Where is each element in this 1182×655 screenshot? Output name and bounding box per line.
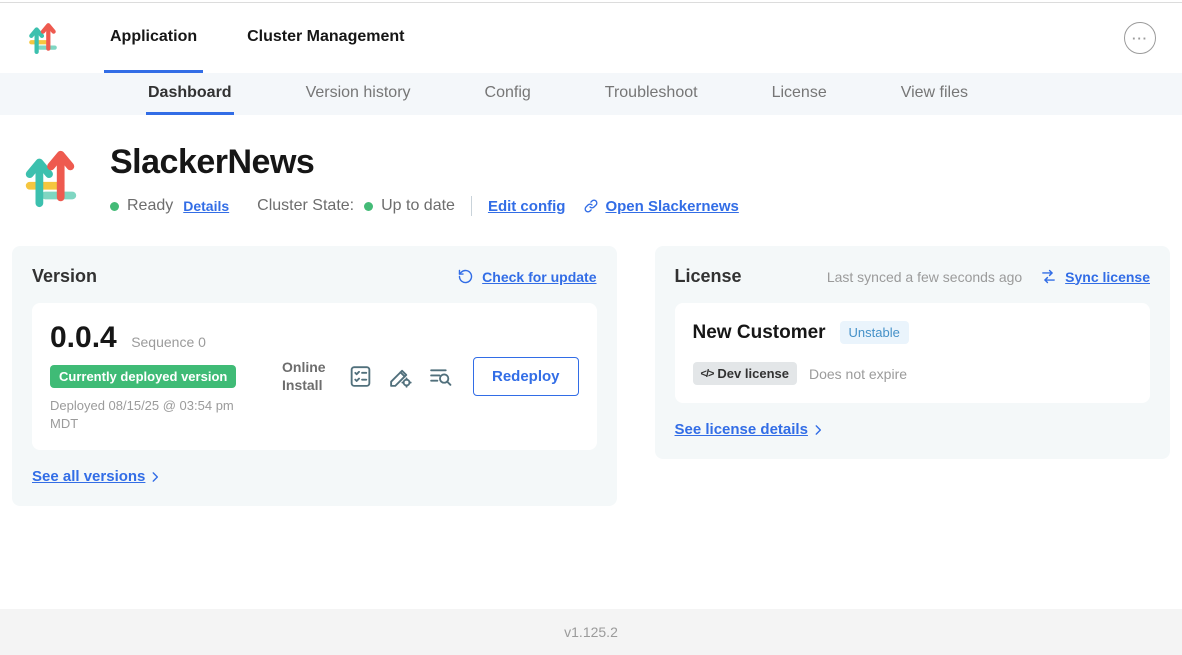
- edit-config-gear-icon[interactable]: [388, 364, 413, 389]
- see-all-versions-label: See all versions: [32, 468, 145, 485]
- subnav-tab-license[interactable]: License: [770, 73, 829, 115]
- current-version-panel: 0.0.4 Sequence 0 Currently deployed vers…: [32, 303, 597, 450]
- subnav-tab-dashboard[interactable]: Dashboard: [146, 73, 234, 115]
- subnav-tab-config[interactable]: Config: [483, 73, 533, 115]
- history-refresh-icon: [457, 268, 474, 285]
- chevron-right-icon: [148, 470, 162, 484]
- console-version: v1.125.2: [564, 624, 618, 640]
- expiration-text: Does not expire: [809, 366, 907, 382]
- app-icon: [20, 141, 82, 216]
- license-type-label: Dev license: [717, 366, 789, 381]
- deployed-badge: Currently deployed version: [50, 365, 236, 388]
- sequence-label: Sequence 0: [131, 334, 206, 350]
- install-type-label: Online Install: [282, 359, 332, 394]
- see-license-details-link[interactable]: See license details: [675, 421, 825, 438]
- cluster-state-label: Cluster State:: [257, 197, 354, 215]
- swap-arrows-icon: [1040, 268, 1057, 285]
- cluster-state-value: Up to date: [381, 197, 455, 215]
- check-for-update-label: Check for update: [482, 269, 596, 285]
- slackernews-logo-icon: [20, 145, 82, 211]
- ellipsis-icon: ···: [1132, 31, 1148, 46]
- last-synced-text: Last synced a few seconds ago: [827, 269, 1022, 285]
- link-icon: [583, 198, 599, 214]
- deployed-timestamp: Deployed 08/15/25 @ 03:54 pm MDT: [50, 397, 262, 432]
- divider: [471, 196, 472, 216]
- page-title: SlackerNews: [110, 143, 739, 182]
- app-status-text: Ready: [127, 197, 173, 215]
- license-card-title: License: [675, 266, 742, 287]
- channel-badge: Unstable: [840, 321, 909, 344]
- slackernews-logo-icon: [26, 20, 60, 56]
- cluster-state-dot: [364, 202, 373, 211]
- see-license-details-label: See license details: [675, 421, 808, 438]
- license-panel: New Customer Unstable </> Dev license Do…: [675, 303, 1150, 403]
- check-for-update-link[interactable]: Check for update: [457, 268, 596, 285]
- app-header: SlackerNews Ready Details Cluster State:…: [20, 141, 1182, 216]
- redeploy-button[interactable]: Redeploy: [473, 357, 579, 396]
- subnav-tab-view-files[interactable]: View files: [899, 73, 970, 115]
- version-number: 0.0.4: [50, 321, 117, 354]
- tab-application[interactable]: Application: [104, 3, 203, 73]
- version-card: Version Check for update 0.0.4 Sequence …: [12, 246, 617, 506]
- top-navbar: Application Cluster Management ···: [0, 3, 1182, 73]
- app-subnav: Dashboard Version history Config Trouble…: [0, 73, 1182, 115]
- license-type-badge: </> Dev license: [693, 362, 797, 385]
- customer-name: New Customer: [693, 322, 826, 344]
- tab-cluster-management[interactable]: Cluster Management: [241, 3, 410, 73]
- app-status-dot: [110, 202, 119, 211]
- sync-license-link[interactable]: Sync license: [1040, 268, 1150, 285]
- chevron-right-icon: [811, 423, 825, 437]
- subnav-tab-version-history[interactable]: Version history: [304, 73, 413, 115]
- preflight-checklist-icon[interactable]: [348, 364, 373, 389]
- more-menu-button[interactable]: ···: [1124, 22, 1156, 54]
- app-logo[interactable]: [26, 3, 60, 73]
- view-logs-icon[interactable]: [428, 364, 453, 389]
- details-link[interactable]: Details: [183, 198, 229, 214]
- sync-license-label: Sync license: [1065, 269, 1150, 285]
- open-slackernews-label: Open Slackernews: [605, 198, 738, 215]
- footer: v1.125.2: [0, 609, 1182, 655]
- version-card-title: Version: [32, 266, 97, 287]
- license-card: License Last synced a few seconds ago Sy…: [655, 246, 1170, 459]
- edit-config-link[interactable]: Edit config: [488, 198, 566, 215]
- app-status-row: Ready Details Cluster State: Up to date …: [110, 196, 739, 216]
- dashboard-cards: Version Check for update 0.0.4 Sequence …: [12, 246, 1170, 506]
- open-slackernews-link[interactable]: Open Slackernews: [583, 198, 738, 215]
- code-icon: </>: [701, 368, 714, 380]
- see-all-versions-link[interactable]: See all versions: [32, 468, 162, 485]
- subnav-tab-troubleshoot[interactable]: Troubleshoot: [603, 73, 700, 115]
